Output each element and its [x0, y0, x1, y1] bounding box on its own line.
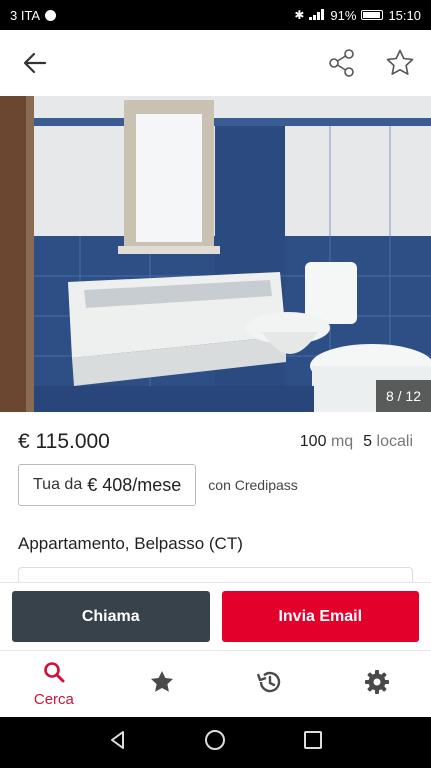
- clock: 15:10: [388, 7, 421, 23]
- surface-unit: mq: [330, 433, 354, 450]
- listing-title: Appartamento, Belpasso (CT): [18, 534, 243, 553]
- battery-percent: 91%: [330, 7, 357, 23]
- status-bar: 3 ITA ✱ 91% 15:10: [0, 0, 431, 30]
- nav-label-search: Cerca: [33, 691, 74, 708]
- mortgage-estimate-button[interactable]: Tua da € 408/mese: [18, 464, 197, 506]
- battery-icon: [361, 10, 384, 20]
- carrier-label: 3 ITA: [10, 7, 41, 23]
- star-icon: [149, 669, 175, 700]
- bluetooth-icon: ✱: [294, 8, 305, 22]
- photo-counter: 8 / 12: [375, 380, 431, 412]
- surface-stat: 100 mq: [300, 433, 353, 451]
- listing-price: € 115.000: [18, 430, 110, 453]
- share-icon[interactable]: [325, 46, 359, 80]
- settings-icon: [363, 668, 391, 701]
- listing-photo[interactable]: 8 / 12: [0, 96, 431, 412]
- credit-provider: con Credipass: [208, 477, 298, 493]
- nav-item-favorites[interactable]: [108, 651, 216, 717]
- bottom-navigation: Cerca: [0, 650, 431, 717]
- search-icon: [42, 660, 66, 689]
- rooms-value: 5: [363, 433, 373, 450]
- nav-item-search[interactable]: Cerca: [0, 651, 108, 717]
- carrier-logo-icon: [45, 9, 57, 21]
- recents-square-icon[interactable]: [302, 729, 324, 756]
- system-navigation-bar: [0, 717, 431, 768]
- home-circle-icon[interactable]: [203, 728, 227, 757]
- app-bar: [0, 30, 431, 96]
- star-outline-icon[interactable]: [383, 46, 417, 80]
- call-button[interactable]: Chiama: [12, 591, 210, 642]
- rooms-stat: 5 locali: [363, 433, 413, 451]
- nav-item-settings[interactable]: [323, 651, 431, 717]
- contact-action-bar: Chiama Invia Email: [0, 582, 431, 650]
- rooms-unit: locali: [376, 433, 413, 450]
- credit-amount: € 408/mese: [87, 474, 182, 495]
- listing-stats: 100 mq 5 locali: [300, 433, 413, 451]
- history-icon: [255, 668, 283, 701]
- send-email-button[interactable]: Invia Email: [221, 591, 419, 642]
- arrow-left-icon[interactable]: [18, 46, 52, 80]
- listing-info: € 115.000 100 mq 5 locali Tua da € 408/m…: [0, 412, 431, 587]
- back-triangle-icon[interactable]: [107, 729, 129, 756]
- credit-prefix: Tua da: [33, 476, 83, 493]
- surface-value: 100: [299, 433, 327, 450]
- nav-item-history[interactable]: [216, 651, 324, 717]
- signal-icon: [309, 8, 325, 23]
